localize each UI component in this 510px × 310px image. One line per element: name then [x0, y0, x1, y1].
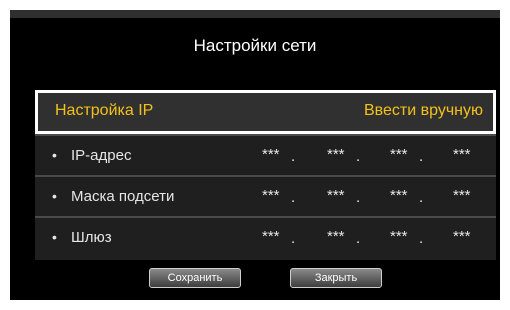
ip-address-row[interactable]: • IP-адрес *** . *** . *** . ***	[35, 134, 496, 175]
subnet-mask-row[interactable]: • Маска подсети *** . *** . *** . ***	[35, 175, 496, 216]
mask-octet-2[interactable]: ***	[327, 187, 345, 204]
ip-octet-4[interactable]: ***	[453, 146, 471, 163]
ip-address-label: IP-адрес	[71, 147, 132, 164]
ip-octet-1[interactable]: ***	[262, 146, 280, 163]
network-settings-screen: Настройки сети Настройка IP Ввести вручн…	[10, 10, 500, 300]
mask-octet-3[interactable]: ***	[390, 187, 408, 204]
octet-separator: .	[356, 189, 361, 206]
octet-separator: .	[356, 148, 361, 165]
octet-separator: .	[419, 148, 424, 165]
ip-setting-row[interactable]: Настройка IP Ввести вручную	[35, 90, 496, 134]
dialog-title: Настройки сети	[193, 36, 317, 55]
gateway-octet-3[interactable]: ***	[390, 228, 408, 245]
octet-separator: .	[291, 148, 296, 165]
ip-setting-label: Настройка IP	[55, 102, 154, 119]
mask-octet-1[interactable]: ***	[262, 187, 280, 204]
subnet-mask-label: Маска подсети	[71, 188, 175, 205]
save-button[interactable]: Сохранить	[149, 268, 241, 288]
octet-separator: .	[291, 230, 296, 247]
ip-setting-value: Ввести вручную	[364, 102, 483, 119]
ip-octet-3[interactable]: ***	[390, 146, 408, 163]
close-button[interactable]: Закрыть	[290, 268, 382, 288]
bullet-icon: •	[52, 188, 57, 204]
gateway-label: Шлюз	[71, 229, 112, 246]
bullet-icon: •	[52, 147, 57, 163]
octet-separator: .	[419, 230, 424, 247]
bullet-icon: •	[52, 229, 57, 245]
gateway-octet-1[interactable]: ***	[262, 228, 280, 245]
gateway-octet-4[interactable]: ***	[453, 228, 471, 245]
mask-octet-4[interactable]: ***	[453, 187, 471, 204]
ip-octet-2[interactable]: ***	[327, 146, 345, 163]
octet-separator: .	[356, 230, 361, 247]
gateway-octet-2[interactable]: ***	[327, 228, 345, 245]
gateway-row[interactable]: • Шлюз *** . *** . *** . ***	[35, 216, 496, 257]
octet-separator: .	[291, 189, 296, 206]
top-strip	[10, 10, 500, 18]
octet-separator: .	[419, 189, 424, 206]
